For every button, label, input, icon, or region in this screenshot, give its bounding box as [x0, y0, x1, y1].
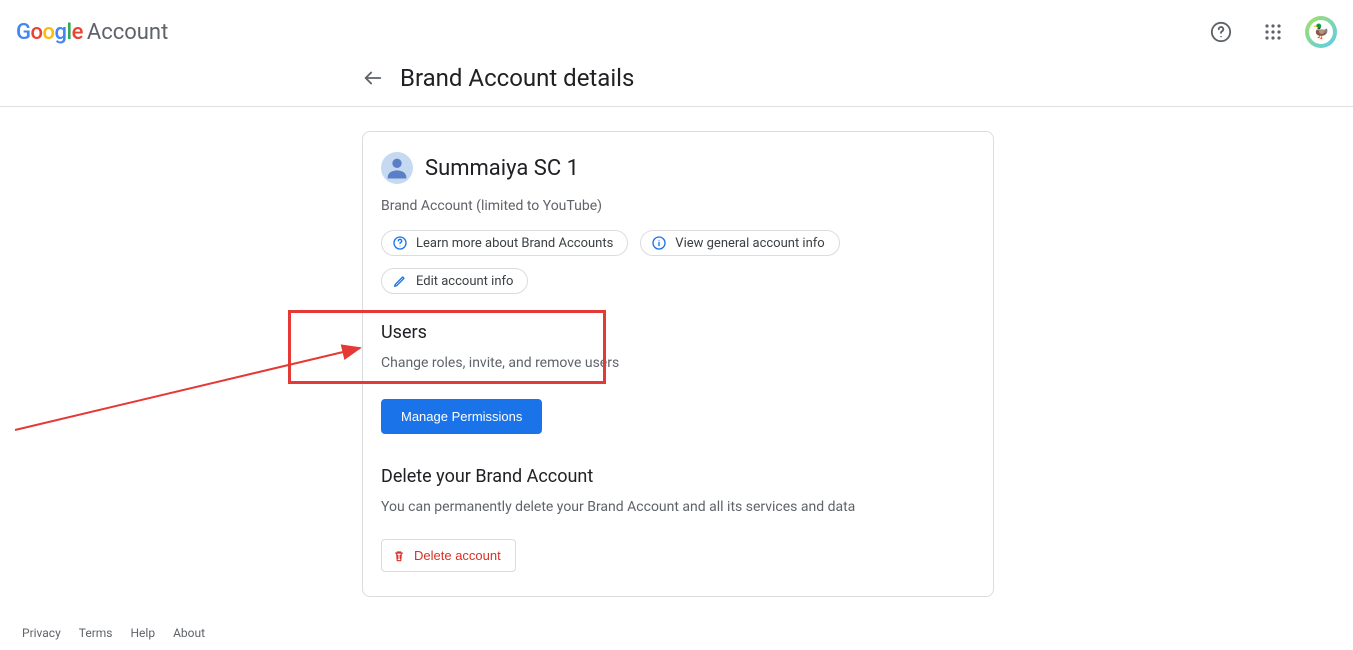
profile-row: Summaiya SC 1 — [381, 152, 975, 184]
chip-label: View general account info — [675, 236, 824, 251]
users-section-subtitle: Change roles, invite, and remove users — [381, 355, 975, 371]
manage-permissions-button[interactable]: Manage Permissions — [381, 399, 542, 434]
info-circle-icon — [651, 235, 667, 251]
header-right: 🦆 — [1201, 12, 1337, 52]
user-avatar[interactable]: 🦆 — [1305, 16, 1337, 48]
learn-more-chip[interactable]: Learn more about Brand Accounts — [381, 230, 628, 256]
footer-about-link[interactable]: About — [173, 626, 205, 640]
profile-name: Summaiya SC 1 — [425, 156, 579, 181]
footer-privacy-link[interactable]: Privacy — [22, 626, 61, 640]
help-circle-icon — [392, 235, 408, 251]
google-logo: Google — [16, 20, 83, 45]
account-label: Account — [87, 20, 168, 45]
delete-section-title: Delete your Brand Account — [381, 466, 975, 487]
edit-info-chip[interactable]: Edit account info — [381, 268, 528, 294]
page-title: Brand Account details — [400, 64, 634, 92]
apps-grid-icon[interactable] — [1253, 12, 1293, 52]
help-icon[interactable] — [1201, 12, 1241, 52]
divider — [0, 106, 1353, 107]
title-row: Brand Account details — [0, 64, 1353, 106]
delete-section-subtitle: You can permanently delete your Brand Ac… — [381, 499, 975, 515]
chip-row: Learn more about Brand Accounts View gen… — [381, 230, 975, 294]
logo-area: Google Account — [16, 20, 168, 45]
view-info-chip[interactable]: View general account info — [640, 230, 839, 256]
back-arrow-icon[interactable] — [362, 67, 384, 89]
users-section-title: Users — [381, 322, 975, 343]
delete-button-label: Delete account — [414, 548, 501, 563]
brand-account-card: Summaiya SC 1 Brand Account (limited to … — [362, 131, 994, 597]
pencil-icon — [392, 273, 408, 289]
delete-account-button[interactable]: Delete account — [381, 539, 516, 572]
footer-terms-link[interactable]: Terms — [79, 626, 113, 640]
footer: Privacy Terms Help About — [22, 626, 205, 640]
footer-help-link[interactable]: Help — [131, 626, 156, 640]
brand-subtitle: Brand Account (limited to YouTube) — [381, 198, 975, 214]
chip-label: Edit account info — [416, 274, 513, 289]
profile-avatar-icon — [381, 152, 413, 184]
trash-icon — [392, 549, 406, 563]
header-bar: Google Account 🦆 — [0, 0, 1353, 64]
chip-label: Learn more about Brand Accounts — [416, 236, 613, 251]
